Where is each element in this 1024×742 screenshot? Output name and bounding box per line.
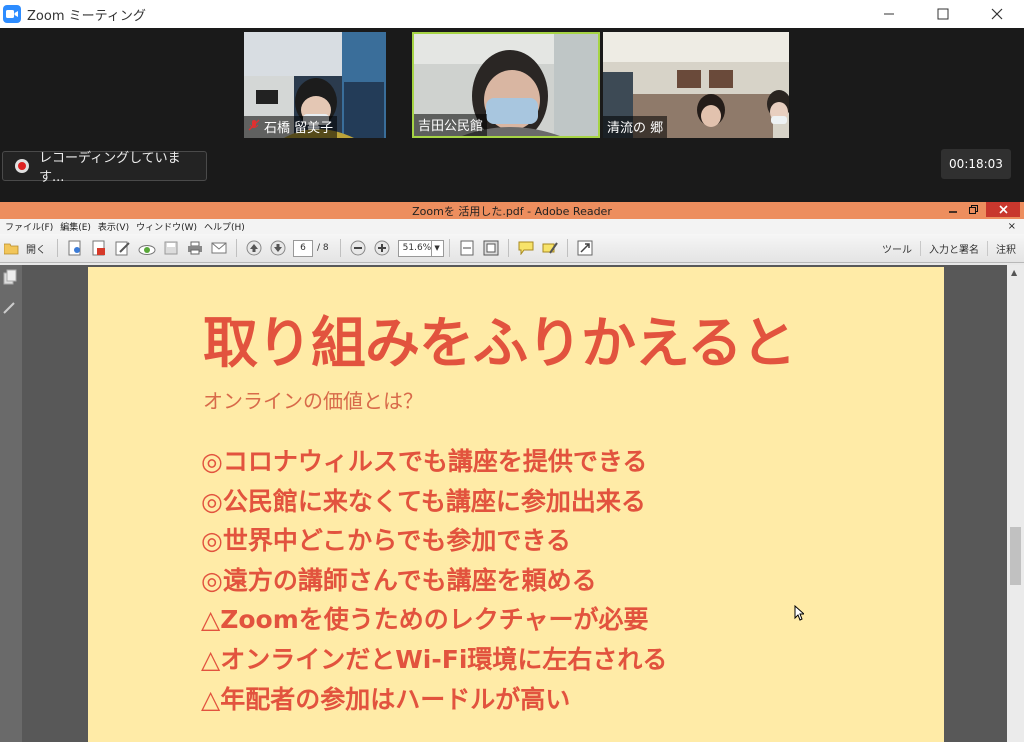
- slide-title: 取り組みをふりかえると: [203, 311, 796, 375]
- fullscreen-icon[interactable]: [575, 238, 595, 258]
- minimize-button[interactable]: [862, 0, 916, 28]
- zoom-titlebar: Zoom ミーティング: [0, 0, 1024, 28]
- open-folder-icon[interactable]: [2, 238, 22, 258]
- toolbar-right-panel: ツール 入力と署名 注釈: [874, 234, 1024, 263]
- highlight-icon[interactable]: [540, 238, 560, 258]
- email-icon[interactable]: [209, 238, 229, 258]
- meeting-timer: 00:18:03: [941, 149, 1011, 179]
- page-number-input[interactable]: 6: [293, 239, 313, 257]
- recording-label: レコーディングしています...: [38, 151, 181, 185]
- vertical-scrollbar[interactable]: ▲: [1007, 265, 1024, 742]
- reader-titlebar: Zoomを 活用した.pdf - Adobe Reader: [0, 202, 1024, 219]
- maximize-icon: [937, 8, 949, 20]
- create-pdf-icon[interactable]: [65, 238, 85, 258]
- adobe-reader-window: Zoomを 活用した.pdf - Adobe Reader ファイル(F) 編集…: [0, 202, 1024, 742]
- list-item: ◎世界中どこからでも参加できる: [201, 526, 571, 556]
- pdf-page: 取り組みをふりかえると オンラインの価値とは？ ◎コロナウィルスでも講座を提供で…: [88, 267, 944, 742]
- muted-mic-icon: [248, 119, 260, 135]
- screen: Zoom ミーティング 石橋 留美子 吉田公民館 清流の 郷 レコーディングして…: [0, 0, 1024, 742]
- menu-edit[interactable]: 編集(E): [60, 220, 91, 233]
- participant-name-tag: 石橋 留美子: [244, 116, 338, 138]
- reader-restore-button[interactable]: [964, 202, 982, 217]
- page-total: / 8: [317, 243, 329, 253]
- list-item: ◎遠方の講師さんでも講座を頼める: [201, 565, 597, 595]
- participant-name: 吉田公民館: [418, 119, 484, 134]
- menu-view[interactable]: 表示(V): [98, 220, 129, 233]
- participant-name-tag: 吉田公民館: [414, 114, 488, 136]
- video-tile-active-speaker[interactable]: 吉田公民館: [412, 32, 600, 138]
- navigation-pane: [0, 265, 22, 742]
- previous-page-icon[interactable]: [244, 238, 264, 258]
- save-icon[interactable]: [161, 238, 181, 258]
- video-tile[interactable]: 清流の 郷: [603, 32, 789, 138]
- list-item: △オンラインだとWi-Fi環境に左右される: [201, 644, 668, 674]
- reader-toolbar: 開く 6 / 8 51.6% ▼ ツール 入力と署名 注釈: [0, 234, 1024, 263]
- zoom-window-title: Zoom ミーティング: [27, 8, 146, 24]
- menu-window[interactable]: ウィンドウ(W): [136, 220, 197, 233]
- zoom-out-icon[interactable]: [348, 238, 368, 258]
- slide-subtitle: オンラインの価値とは？: [203, 389, 423, 413]
- pages-panel-icon[interactable]: [0, 265, 22, 325]
- list-item: ◎コロナウィルスでも講座を提供できる: [201, 447, 648, 476]
- reader-window-title: Zoomを 活用した.pdf - Adobe Reader: [412, 204, 612, 218]
- document-close-icon[interactable]: ×: [1008, 221, 1016, 232]
- participant-name: 清流の 郷: [607, 121, 664, 136]
- restore-icon: [968, 205, 978, 214]
- reader-menubar: ファイル(F) 編集(E) 表示(V) ウィンドウ(W) ヘルプ(H) ×: [0, 219, 1024, 234]
- menu-file[interactable]: ファイル(F): [5, 220, 53, 233]
- fit-width-icon[interactable]: [481, 238, 501, 258]
- pdf-export-icon[interactable]: [89, 238, 109, 258]
- edit-icon[interactable]: [113, 238, 133, 258]
- tools-button[interactable]: ツール: [874, 241, 920, 256]
- close-icon: [991, 8, 1003, 20]
- minimize-icon: [884, 13, 894, 15]
- next-page-icon[interactable]: [268, 238, 288, 258]
- document-viewport[interactable]: 取り組みをふりかえると オンラインの価値とは？ ◎コロナウィルスでも講座を提供で…: [0, 265, 1024, 742]
- reader-minimize-button[interactable]: [944, 202, 962, 217]
- list-item: ◎公民館に来なくても講座に参加出来る: [201, 486, 646, 516]
- comment-button[interactable]: 注釈: [987, 241, 1024, 256]
- maximize-button[interactable]: [916, 0, 970, 28]
- recording-indicator[interactable]: レコーディングしています...: [2, 151, 207, 185]
- zoom-in-icon[interactable]: [372, 238, 392, 258]
- close-icon: [998, 205, 1008, 214]
- open-button[interactable]: 開く: [26, 241, 46, 256]
- minimize-icon: [949, 210, 957, 213]
- recording-icon: [15, 159, 29, 173]
- participant-name: 石橋 留美子: [264, 121, 334, 136]
- fill-sign-button[interactable]: 入力と署名: [920, 241, 987, 256]
- bullet-list: ◎コロナウィルスでも講座を提供できる ◎公民館に来なくても講座に参加出来る ◎世…: [201, 442, 667, 719]
- participant-name-tag: 清流の 郷: [603, 116, 668, 138]
- fit-page-icon[interactable]: [457, 238, 477, 258]
- cloud-icon[interactable]: [137, 238, 157, 258]
- list-item: △Zoomを使うためのレクチャーが必要: [201, 605, 649, 635]
- scroll-up-arrow-icon[interactable]: ▲: [1011, 268, 1017, 277]
- scrollbar-thumb[interactable]: [1010, 527, 1021, 585]
- print-icon[interactable]: [185, 238, 205, 258]
- zoom-level-select[interactable]: 51.6% ▼: [397, 239, 444, 257]
- menu-help[interactable]: ヘルプ(H): [204, 220, 245, 233]
- close-button[interactable]: [970, 0, 1024, 28]
- list-item: △年配者の参加はハードルが高い: [201, 684, 571, 714]
- zoom-level-value: 51.6%: [402, 243, 432, 253]
- zoom-logo-icon: [3, 5, 21, 23]
- zoom-window-controls: [862, 0, 1024, 28]
- video-tile[interactable]: 石橋 留美子: [244, 32, 386, 138]
- dropdown-arrow-icon[interactable]: ▼: [430, 240, 443, 256]
- zoom-meeting-area: 石橋 留美子 吉田公民館 清流の 郷 レコーディングしています... 00:18…: [0, 28, 1024, 202]
- comment-icon[interactable]: [516, 238, 536, 258]
- mouse-cursor-icon: [794, 604, 806, 625]
- reader-close-button[interactable]: [986, 202, 1020, 217]
